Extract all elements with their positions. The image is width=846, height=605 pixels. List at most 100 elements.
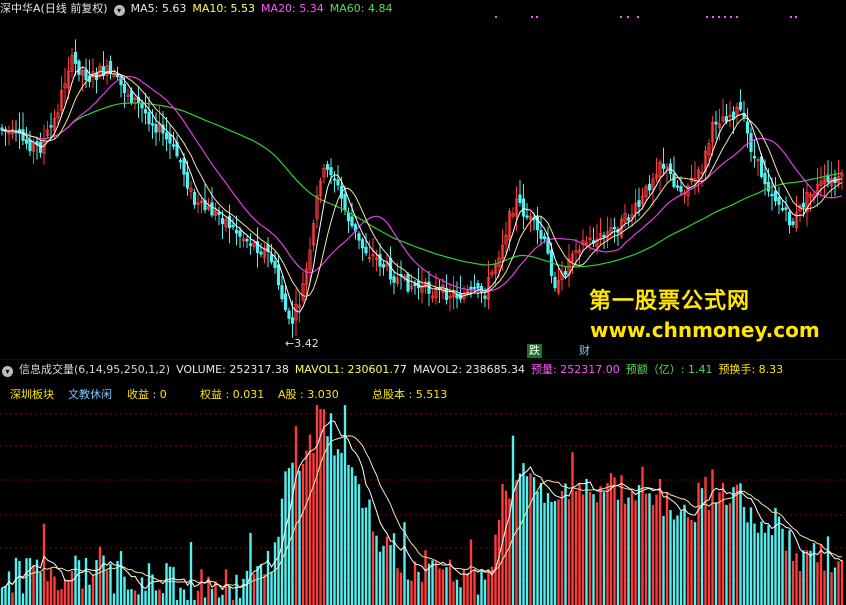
tag-cai[interactable]: 财 [577,344,592,358]
volume-bar [767,525,770,605]
quanyi-label: 权益 : 0.031 [200,388,265,401]
volume-bar [56,590,60,605]
volume-bar [193,600,196,605]
volume-bar [399,572,403,605]
volume-bar [84,557,88,605]
volume-bar [98,546,102,605]
volume-bar [529,473,532,605]
volume-bar [217,597,221,605]
volume-bar [655,494,658,605]
volume-bar [403,522,406,605]
ma10-label: MA10: 5.53 [192,2,256,15]
volume-bar [427,563,431,605]
volume-bar [557,499,560,605]
volume-bar [774,507,777,605]
volume-bar [168,566,172,605]
chevron-icon[interactable]: ▾ [113,5,125,16]
volume-bar [599,486,602,605]
volume-bar [830,572,833,605]
volume-bar [637,485,641,605]
volume-bar [504,490,508,605]
volume-bar [704,476,707,605]
volume-bar [336,449,340,605]
volume-bar [644,493,648,605]
volume-bar [417,571,420,605]
volume-bar [616,499,620,605]
volume-bar [385,536,389,605]
volume-bar [0,587,4,605]
volume-bar [543,502,546,605]
volume-bar [620,475,623,605]
volume-bar [669,510,672,605]
volume-bar [441,569,445,605]
indicator-name[interactable]: 信息成交量(6,14,95,250,1,2) [19,363,170,376]
volume-bar [525,476,529,605]
volume-bar [126,589,130,605]
tag-die[interactable]: 跌 [527,344,542,358]
volume-bar [410,580,413,605]
volume-bar [571,452,574,605]
ma5-label: MA5: 5.63 [130,2,187,15]
volume-bar [175,600,179,605]
volume-bar [581,494,585,605]
volume-bar [210,588,214,605]
volume-bar [791,560,795,605]
ma20-label: MA20: 5.34 [261,2,324,15]
volume-bar [105,570,109,605]
volume-bar [273,542,277,605]
volume-bar [25,558,28,605]
volume-bar [718,492,721,605]
volume-bar [238,598,242,605]
volume-bar [763,532,767,605]
volume-bar [746,522,749,605]
volume-bar [816,562,819,605]
volume-bar [749,507,753,605]
volume-bar [88,584,91,605]
volume-bar [826,536,830,605]
volume-bar [70,571,74,605]
volume-bar [588,491,592,605]
volume-bar [301,463,305,605]
mavol1-value: MAVOL1: 230601.77 [294,363,407,376]
volume-bar [364,507,368,605]
stock-title[interactable]: 深中华A(日线 前复权) [0,2,108,15]
volume-bar [91,574,95,605]
volume-bar [60,589,63,605]
volume-bar [648,493,651,605]
volume-bar [28,558,32,605]
volume-bar [77,560,81,605]
volume-bar [819,544,823,605]
volume-bar [186,600,189,605]
watermark-title: 第一股票公式网 [589,289,751,314]
volume-bar [735,484,739,605]
volume-bar [487,568,490,605]
chevron-icon[interactable]: ▾ [2,366,13,377]
volume-bar [256,565,259,605]
volume-bar [14,557,18,605]
volume-bar [690,519,693,605]
volume-value: VOLUME: 252317.38 [176,363,289,376]
volume-bar [553,500,557,605]
volume-bar [53,576,56,605]
volume-bar [382,545,385,605]
volume-bar [658,478,662,605]
volume-bar [805,550,809,605]
volume-bar [518,473,522,605]
volume-bar [686,517,690,605]
min-price-label: ←3.42 [285,337,319,350]
volume-bar [196,590,200,605]
volume-bar [431,560,434,605]
volume-bar [179,587,182,605]
volume-bar [480,570,483,605]
volume-bar [420,581,424,605]
volume-bar [592,494,595,605]
volume-bar [732,487,735,605]
volume-bar [21,593,25,605]
volume-bar [798,571,802,605]
volume-bar [721,482,725,605]
volume-bar [546,493,550,605]
volume-bar [326,436,329,605]
volume-bar [361,507,364,605]
volume-bar [802,550,805,605]
volume-bar [578,483,581,605]
